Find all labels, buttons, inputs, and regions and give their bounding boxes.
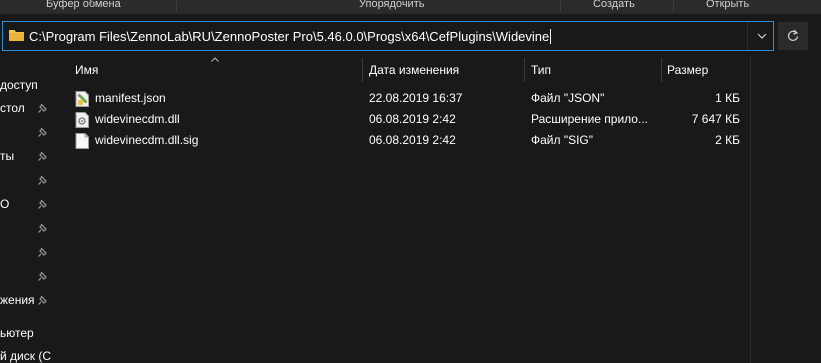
file-row[interactable]: widevinecdm.dll.sig 06.08.2019 2:42 Файл… xyxy=(73,131,748,153)
file-type: Файл "SIG" xyxy=(531,133,594,147)
text-caret xyxy=(550,29,552,44)
file-size: 7 647 КБ xyxy=(691,112,740,126)
nav-item[interactable]: доступ xyxy=(0,78,55,102)
pin-icon xyxy=(38,103,47,113)
pin-icon xyxy=(38,295,47,305)
ribbon-separator xyxy=(560,0,561,12)
ribbon-group-labels: Буфер обмена Упорядочить Создать Открыть xyxy=(0,0,821,14)
refresh-icon xyxy=(787,29,799,41)
ribbon-create-label: Создать xyxy=(593,0,635,10)
file-type: Файл "JSON" xyxy=(531,91,605,105)
file-type: Расширение прило... xyxy=(531,112,648,126)
file-name: manifest.json xyxy=(95,91,166,105)
file-size: 2 КБ xyxy=(715,133,740,147)
pin-icon xyxy=(38,127,47,137)
ribbon-separator xyxy=(673,0,674,12)
address-path[interactable]: C:\Program Files\ZennoLab\RU\ZennoPoster… xyxy=(29,29,552,44)
nav-item[interactable] xyxy=(0,269,55,293)
nav-item-label: й диск (С xyxy=(0,349,51,363)
pin-icon xyxy=(38,175,47,185)
file-row[interactable]: manifest.json 22.08.2019 16:37 Файл "JSO… xyxy=(73,89,748,111)
folder-icon xyxy=(9,30,24,41)
address-history-dropdown[interactable] xyxy=(747,22,775,50)
navigation-pane: доступ стол ты О жения ьютер й диск (С xyxy=(0,56,55,363)
nav-item[interactable]: О xyxy=(0,197,55,221)
nav-item[interactable]: ты xyxy=(0,149,55,173)
nav-item-label: доступ xyxy=(0,78,38,92)
nav-item-label: ьютер xyxy=(0,326,34,340)
nav-item[interactable]: й диск (С xyxy=(0,349,55,363)
file-date: 22.08.2019 16:37 xyxy=(369,91,463,105)
chevron-down-icon xyxy=(757,33,767,39)
file-date: 06.08.2019 2:42 xyxy=(369,112,456,126)
column-separator[interactable] xyxy=(362,58,363,82)
file-name: widevinecdm.dll xyxy=(95,112,180,126)
json-file-icon xyxy=(75,91,89,107)
column-header-date[interactable]: Дата изменения xyxy=(369,56,524,82)
pin-icon xyxy=(38,199,47,209)
nav-item[interactable] xyxy=(0,125,55,149)
nav-item-label: стол xyxy=(0,101,25,115)
pin-icon xyxy=(38,151,47,161)
ribbon-separator xyxy=(176,0,177,12)
column-header-name[interactable]: Имя xyxy=(75,56,361,82)
address-bar[interactable]: C:\Program Files\ZennoLab\RU\ZennoPoster… xyxy=(2,21,774,51)
pin-icon xyxy=(38,223,47,233)
nav-item[interactable]: ьютер xyxy=(0,326,55,350)
address-bar-row: C:\Program Files\ZennoLab\RU\ZennoPoster… xyxy=(0,14,821,56)
refresh-button[interactable] xyxy=(778,22,808,50)
column-separator[interactable] xyxy=(661,58,662,82)
pin-icon xyxy=(38,271,47,281)
pin-icon xyxy=(38,247,47,257)
file-row[interactable]: widevinecdm.dll 06.08.2019 2:42 Расширен… xyxy=(73,110,748,132)
ribbon-open-label: Открыть xyxy=(706,0,750,10)
dll-file-icon xyxy=(75,112,89,128)
nav-item[interactable]: стол xyxy=(0,101,55,125)
preview-pane xyxy=(750,56,821,363)
ribbon-clipboard-label: Буфер обмена xyxy=(46,0,121,10)
nav-item-label: ты xyxy=(0,149,15,163)
file-list: Имя Дата изменения Тип Размер manifest.j… xyxy=(55,56,750,363)
ribbon-organize-label: Упорядочить xyxy=(359,0,425,10)
file-date: 06.08.2019 2:42 xyxy=(369,133,456,147)
nav-item-label: жения xyxy=(0,293,35,307)
nav-item[interactable] xyxy=(0,245,55,269)
file-size: 1 КБ xyxy=(715,91,740,105)
generic-file-icon xyxy=(75,133,89,149)
nav-item[interactable] xyxy=(0,173,55,197)
nav-item[interactable] xyxy=(0,221,55,245)
column-separator[interactable] xyxy=(524,58,525,82)
nav-item-label: О xyxy=(0,197,10,211)
column-header-type[interactable]: Тип xyxy=(531,56,661,82)
file-name: widevinecdm.dll.sig xyxy=(95,133,199,147)
column-header-size[interactable]: Размер xyxy=(667,56,747,82)
nav-item[interactable]: жения xyxy=(0,293,55,317)
